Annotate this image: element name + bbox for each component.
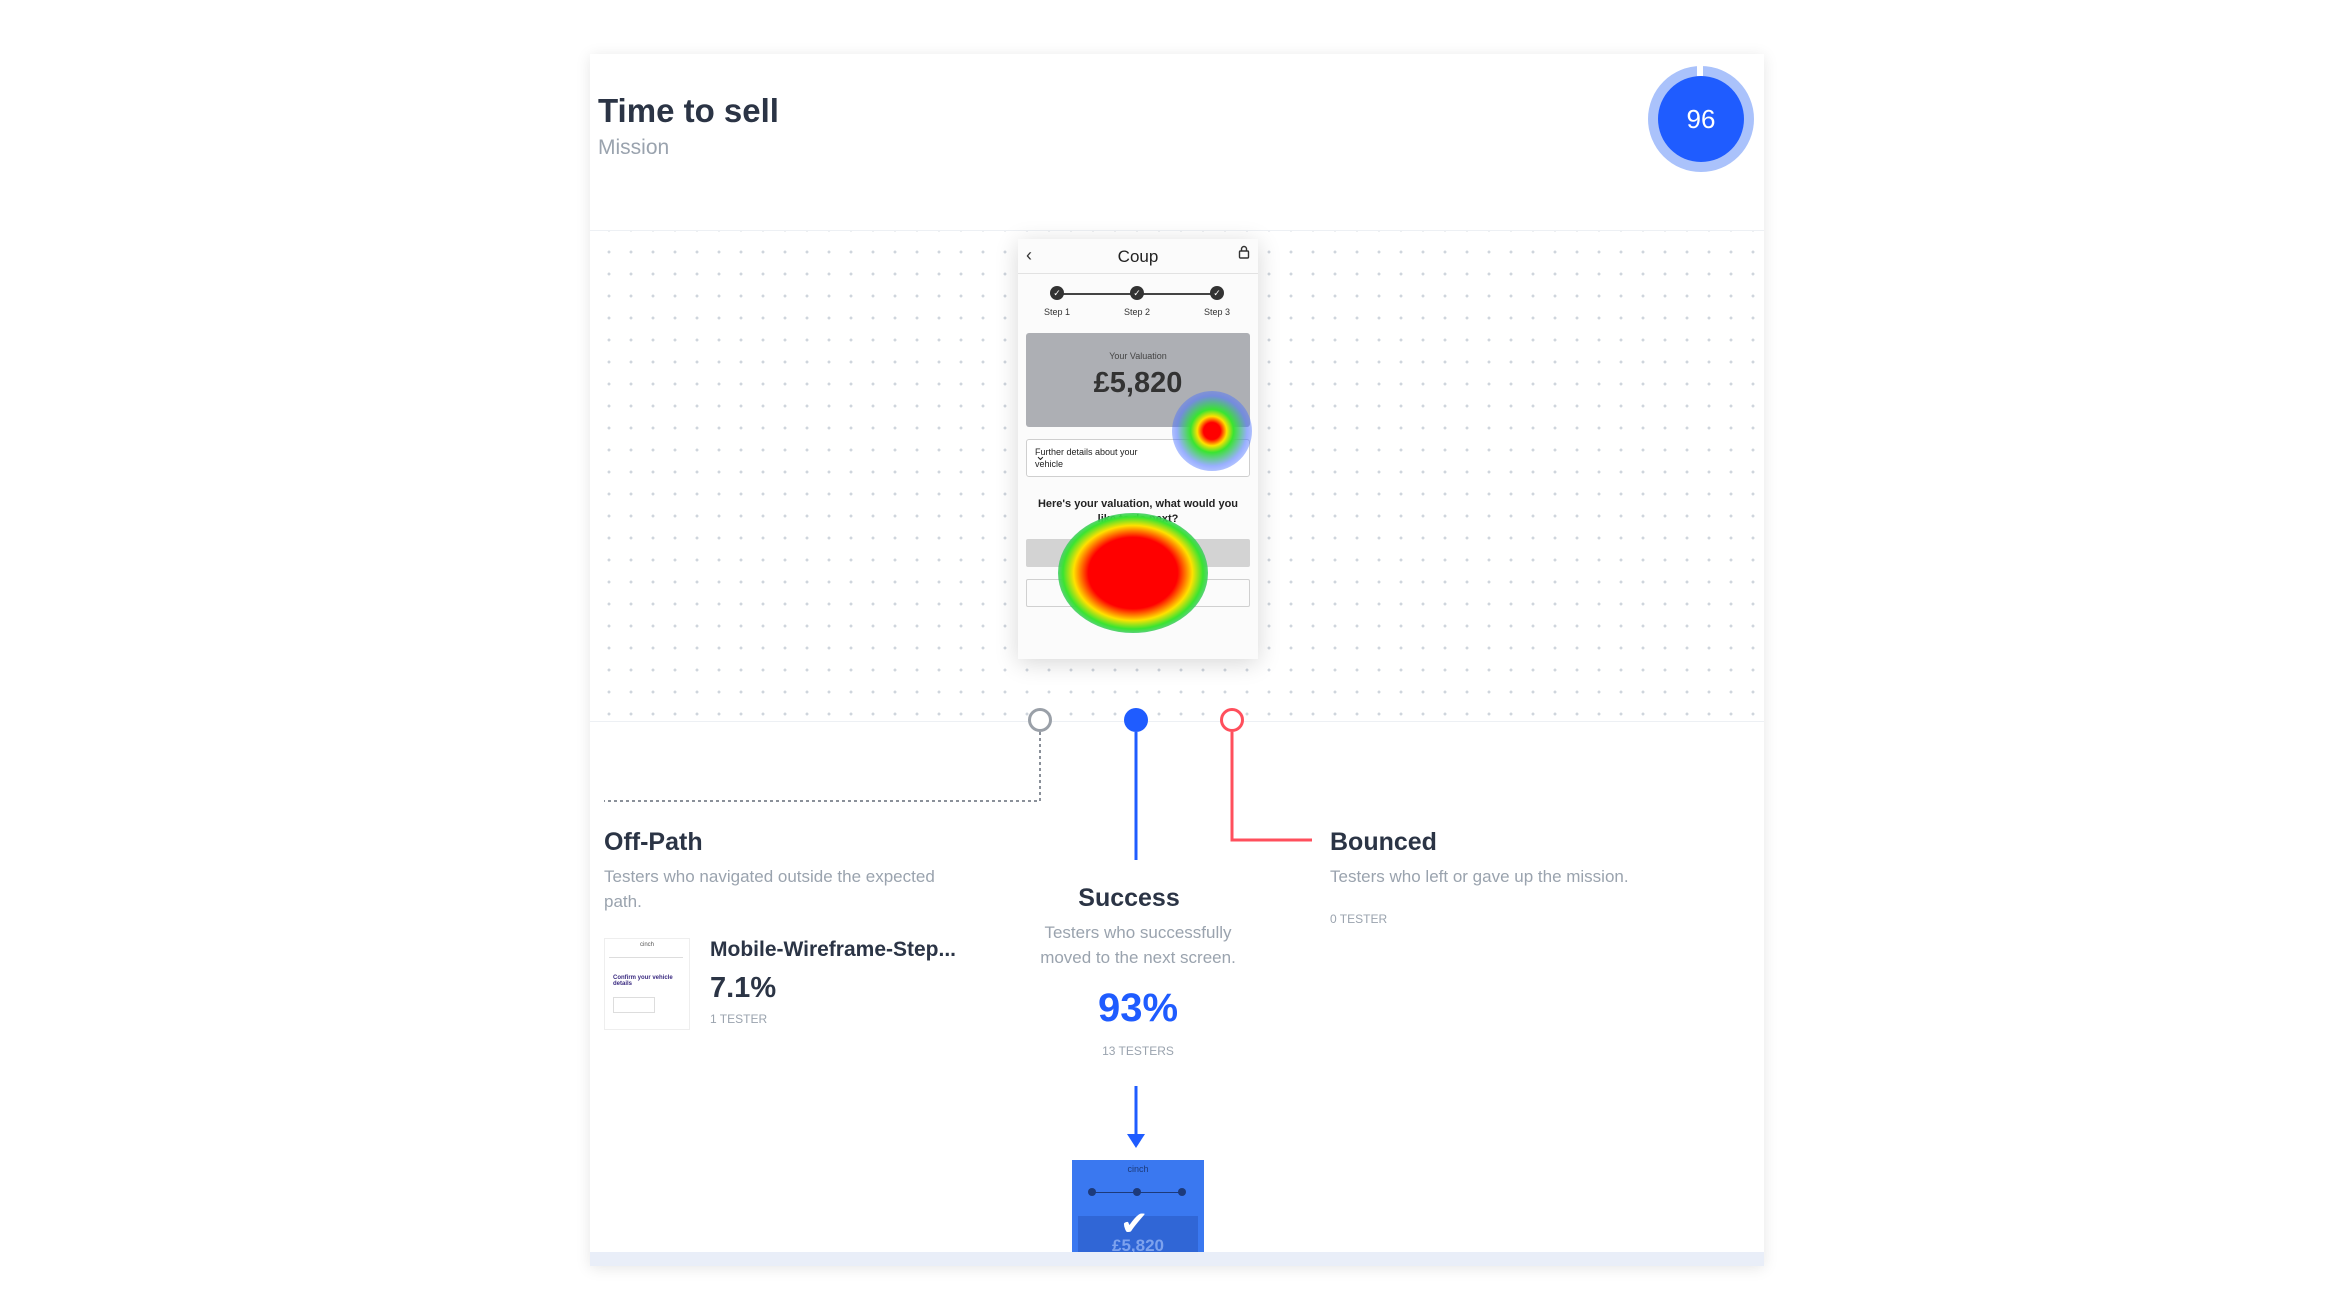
off-path-percent: 7.1% [710, 972, 777, 1004]
thumb-divider [609, 957, 683, 958]
off-path-screen-name[interactable]: Mobile-Wireframe-Step... [710, 938, 956, 962]
success-description: Testers who successfully moved to the ne… [1040, 923, 1236, 967]
next-screen-step-dot [1088, 1188, 1096, 1196]
thumb-heading: Confirm your vehicle details [613, 975, 673, 987]
next-screen-thumbnail[interactable]: cinch £5,820 ✔ [1072, 1160, 1204, 1266]
mission-card: Time to sell Mission 96 ‹ Coup ✓ ✓ ✓ Ste… [590, 54, 1764, 1266]
bounced-description: Testers who left or gave up the mission. [1330, 867, 1629, 886]
thumb-field [613, 997, 655, 1013]
success-count: 13 TESTERS [1102, 1044, 1174, 1058]
path-connectors [604, 732, 1312, 1148]
next-screen-step-dot [1133, 1188, 1141, 1196]
checkmark-icon: ✔ [1120, 1205, 1149, 1243]
off-path-title: Off-Path [604, 828, 703, 856]
next-screen-brand: cinch [1127, 1164, 1149, 1174]
card-footer-strip [590, 1252, 1764, 1266]
off-path-screen-thumbnail[interactable]: cinch Confirm your vehicle details [604, 938, 690, 1030]
bounced-node[interactable] [1220, 708, 1244, 732]
thumb-brand: cinch [639, 942, 654, 948]
off-path-count: 1 TESTER [710, 1012, 768, 1026]
off-path-node[interactable] [1028, 708, 1052, 732]
next-screen-step-dot [1178, 1188, 1186, 1196]
success-percent: 93% [1097, 986, 1179, 1030]
bounced-count: 0 TESTER [1330, 912, 1388, 926]
bounced-title: Bounced [1330, 828, 1437, 856]
success-node[interactable] [1124, 708, 1148, 732]
